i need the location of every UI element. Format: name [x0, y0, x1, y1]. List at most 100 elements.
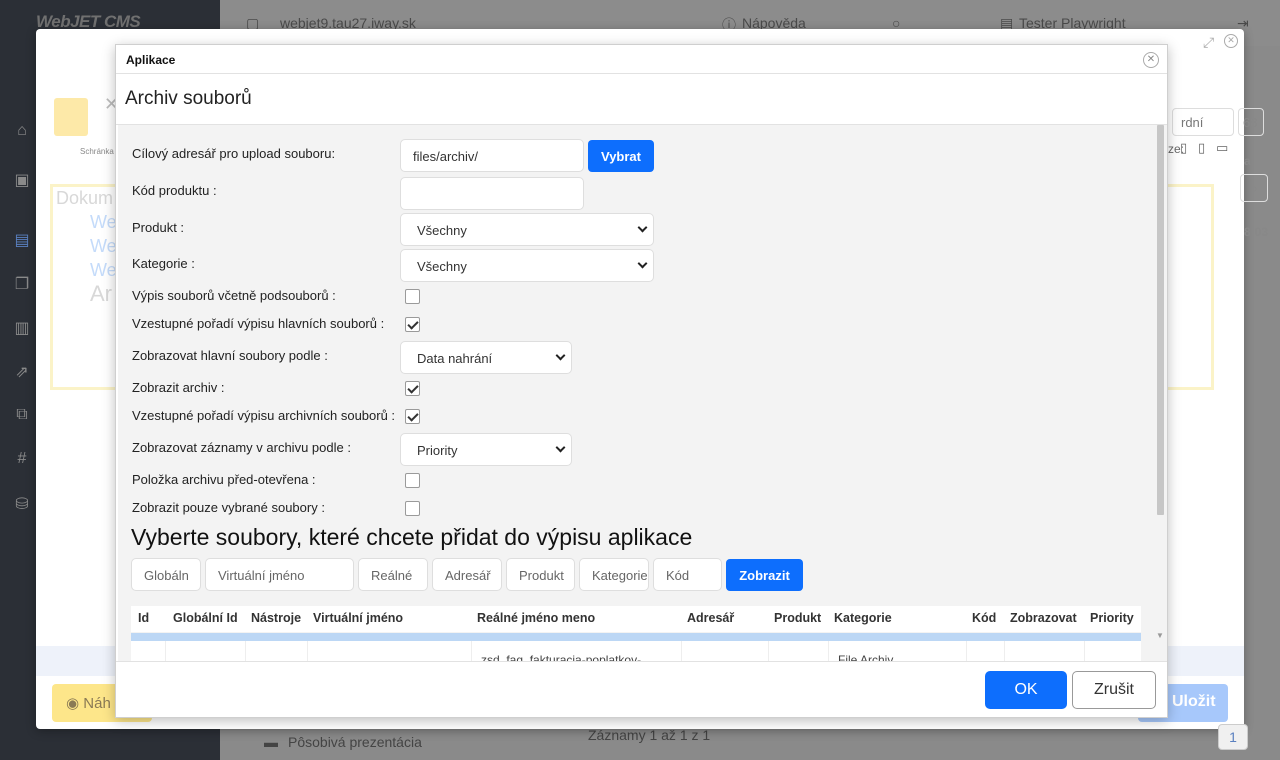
order-archive-value: Priority [417, 443, 458, 458]
product-code-input[interactable] [400, 177, 584, 210]
selected-only-checkbox[interactable] [405, 501, 420, 516]
table-row[interactable]: zsd_faq_fakturacia-poplatkov- File Archi… [131, 641, 1141, 661]
column-header[interactable]: Adresář [687, 611, 734, 625]
clipboard-icon[interactable] [54, 98, 88, 136]
column-header[interactable]: Id [138, 611, 149, 625]
preview-label: Náh [83, 695, 111, 712]
external-link-icon: ⇗ [15, 364, 29, 381]
mode-select[interactable]: rdní [1172, 108, 1234, 136]
divider [116, 73, 1167, 74]
doc-item: Ar [90, 281, 112, 306]
scroll-down-icon[interactable]: ▼ [1156, 631, 1164, 640]
tablet-icon[interactable]: ▯ [1198, 140, 1205, 156]
column-header[interactable]: Kategorie [834, 611, 892, 625]
include-subfiles-label: Výpis souborů včetně podsouborů : [132, 288, 336, 303]
dialog-title: Aplikace [126, 53, 176, 67]
app-settings-form: Cílový adresář pro upload souboru: files… [118, 125, 1154, 661]
files-table-header: Id Globální Id Nástroje Virtuální jméno … [131, 606, 1141, 632]
dialog-footer: OK Zrušit [116, 661, 1167, 717]
upload-dir-label: Cílový adresář pro upload souboru: [132, 146, 336, 161]
ok-button[interactable]: OK [985, 671, 1067, 709]
archive-open-label: Položka archivu před-otevřena : [132, 472, 316, 487]
files-section-title: Vyberte soubory, které chcete přidat do … [131, 524, 693, 550]
column-header[interactable]: Virtuální jméno [313, 611, 403, 625]
column-header: a [1244, 154, 1251, 168]
show-archive-checkbox[interactable] [405, 381, 420, 396]
filter-directory[interactable]: Adresář [432, 558, 502, 591]
upload-dir-input[interactable]: files/archiv/ [400, 139, 584, 172]
records-info: Záznamy 1 až 1 z 1 [588, 727, 711, 743]
asc-main-checkbox[interactable] [405, 317, 420, 332]
order-archive-select[interactable]: Priority [400, 433, 572, 466]
column-header[interactable]: Globální Id [173, 611, 238, 625]
home-icon: ⌂ [17, 122, 27, 139]
asc-archive-label: Vzestupné pořadí výpisu archivních soubo… [132, 408, 396, 423]
dialog-close-icon[interactable]: ✕ [1143, 52, 1159, 68]
filter-real-name[interactable]: Reálné [358, 558, 428, 591]
mobile-icon[interactable]: ▯ [1180, 140, 1187, 156]
order-main-select[interactable]: Data nahrání [400, 341, 572, 374]
asc-archive-checkbox[interactable] [405, 409, 420, 424]
column-header[interactable]: Zobrazovat [1010, 611, 1077, 625]
show-button[interactable]: Zobrazit [726, 559, 803, 591]
filter-code[interactable]: Kód [653, 558, 722, 591]
search-button-icon[interactable]: ⌕ [1240, 174, 1268, 202]
image-icon: ▣ [14, 172, 30, 189]
maximize-icon[interactable]: ⤢ [1203, 34, 1214, 51]
order-main-label: Zobrazovat hlavní soubory podle : [132, 348, 328, 363]
hash-icon: # [17, 450, 27, 467]
clipboard-label: Schránka [80, 147, 114, 156]
table-row-selected[interactable] [131, 633, 1141, 641]
product-label: Produkt : [132, 220, 185, 235]
selected-only-label: Zobrazit pouze vybrané soubory : [132, 500, 325, 515]
filter-product[interactable]: Produkt [506, 558, 575, 591]
desktop-icon[interactable]: ▭ [1216, 140, 1228, 156]
file-icon: ▥ [14, 320, 30, 337]
column-header[interactable]: Nástroje [251, 611, 301, 625]
tree-item[interactable]: Pôsobivá prezentácia [288, 734, 422, 750]
app-title: Archiv souborů [125, 88, 252, 109]
select-dir-button[interactable]: Vybrat [588, 140, 654, 172]
layers-icon: ⧉ [16, 406, 28, 423]
close-icon[interactable]: ✕ [1224, 34, 1238, 48]
column-header[interactable]: Kód [972, 611, 996, 625]
chevron-down-icon [637, 222, 648, 233]
doc-title: Dokum [56, 188, 114, 208]
database-icon: ⛁ [15, 496, 29, 513]
page-count: 68 [1238, 108, 1264, 136]
row-real-name: zsd_faq_fakturacia-poplatkov- [481, 653, 642, 661]
doc-item: We [90, 260, 117, 280]
archive-open-checkbox[interactable] [405, 473, 420, 488]
category-select[interactable]: Všechny [400, 249, 654, 282]
scrollbar-thumb[interactable] [1157, 125, 1164, 515]
order-archive-label: Zobrazovat záznamy v archivu podle : [132, 440, 351, 455]
column-header[interactable]: Reálné jméno meno [477, 611, 595, 625]
category-label: Kategorie : [132, 256, 195, 271]
filter-category[interactable]: Kategorie [579, 558, 649, 591]
chevron-down-icon [555, 442, 566, 453]
row-category: File Archiv [838, 653, 894, 661]
doc-item: We [90, 212, 117, 232]
cancel-button[interactable]: Zrušit [1072, 671, 1156, 709]
time-label: 8:03 [1244, 225, 1269, 239]
doc-item: We [90, 236, 117, 256]
column-header[interactable]: Priority [1090, 611, 1134, 625]
eye-icon: ◉ [66, 695, 84, 712]
order-main-value: Data nahrání [417, 351, 493, 366]
chevron-down-icon [555, 350, 566, 361]
include-subfiles-checkbox[interactable] [405, 289, 420, 304]
filter-global-id[interactable]: Globáln [131, 558, 201, 591]
asc-main-label: Vzestupné pořadí výpisu hlavních souborů… [132, 316, 385, 331]
editor-doc: Dokum We We We Ar [56, 186, 117, 306]
document-icon: ▤ [14, 232, 30, 249]
filter-virtual-name[interactable]: Virtuální jméno [205, 558, 354, 591]
product-select-value: Všechny [417, 223, 467, 238]
product-code-label: Kód produktu : [132, 183, 217, 198]
column-header[interactable]: Produkt [774, 611, 821, 625]
page-number[interactable]: 1 [1218, 724, 1248, 750]
chevron-down-icon [637, 258, 648, 269]
copy-icon: ❐ [14, 276, 30, 293]
show-archive-label: Zobrazit archiv : [132, 380, 225, 395]
product-select[interactable]: Všechny [400, 213, 654, 246]
category-select-value: Všechny [417, 259, 467, 274]
